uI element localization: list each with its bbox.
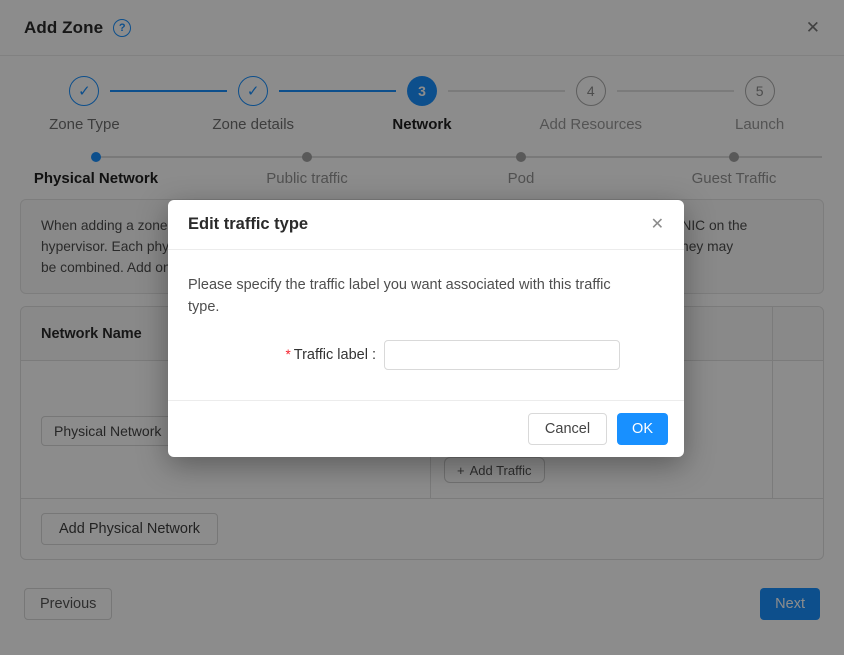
- traffic-label-field-label: *Traffic label :: [188, 347, 376, 363]
- field-label-colon: :: [372, 347, 376, 363]
- add-zone-wizard: Add Zone ? ✕ ✓ Zone Type ✓ Zone details …: [0, 0, 844, 655]
- cancel-button[interactable]: Cancel: [528, 413, 607, 445]
- ok-button[interactable]: OK: [617, 413, 668, 445]
- edit-traffic-type-modal: Edit traffic type ✕ Please specify the t…: [168, 200, 684, 457]
- modal-description-line: type.: [188, 296, 664, 318]
- traffic-label-input[interactable]: [384, 340, 620, 370]
- modal-header: Edit traffic type ✕: [168, 200, 684, 250]
- modal-description: Please specify the traffic label you wan…: [188, 274, 664, 318]
- traffic-label-form-row: *Traffic label :: [188, 340, 664, 370]
- modal-footer: Cancel OK: [168, 400, 684, 457]
- modal-description-line: Please specify the traffic label you wan…: [188, 274, 664, 296]
- modal-close-icon[interactable]: ✕: [651, 217, 664, 233]
- modal-title: Edit traffic type: [188, 215, 308, 234]
- field-label-text: Traffic label: [294, 347, 368, 363]
- modal-body: Please specify the traffic label you wan…: [168, 250, 684, 400]
- required-mark: *: [286, 347, 291, 362]
